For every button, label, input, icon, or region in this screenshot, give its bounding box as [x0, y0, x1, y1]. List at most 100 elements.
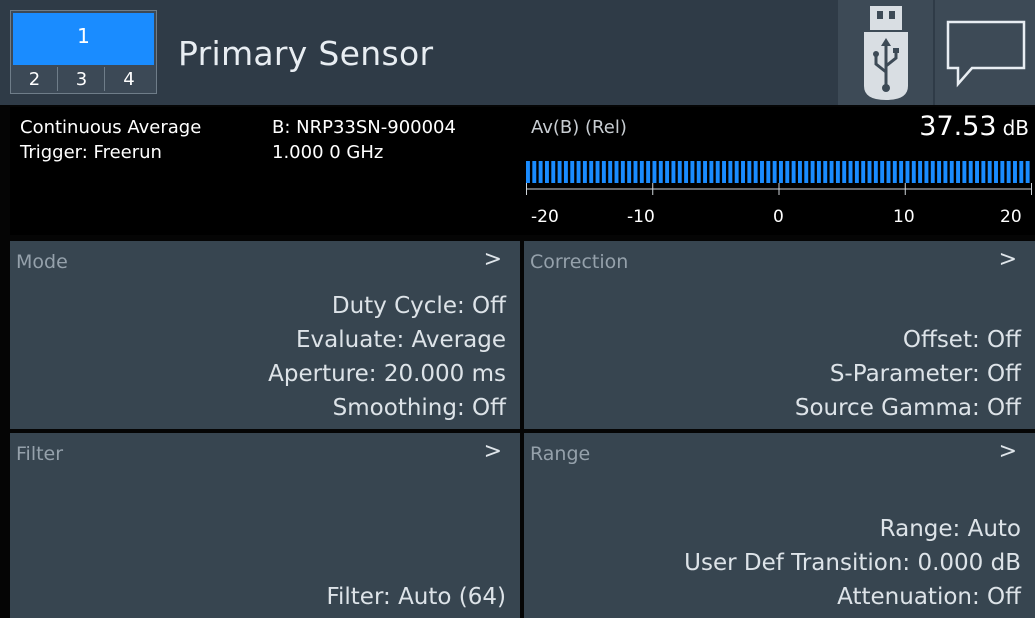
channel-1-button[interactable]: 1 — [13, 13, 154, 65]
level-bar-segment — [551, 161, 556, 183]
range-tile[interactable]: Range > Range: Auto User Def Transition:… — [524, 433, 1035, 618]
user-def-transition-value: User Def Transition: 0.000 dB — [684, 550, 1021, 576]
level-bar-segment — [766, 161, 771, 183]
correction-tile-title: Correction — [530, 251, 629, 273]
level-bar-segment — [835, 161, 840, 183]
filter-tile-values: Filter: Auto (64) — [326, 580, 506, 614]
level-bar-segment — [842, 161, 847, 183]
channel-3-button[interactable]: 3 — [59, 67, 105, 91]
level-bar-segment — [671, 161, 676, 183]
filter-value: Filter: Auto (64) — [326, 584, 506, 610]
chevron-right-icon: > — [483, 439, 502, 464]
channel-2-button[interactable]: 2 — [12, 67, 58, 91]
function-label: Av(B) (Rel) — [531, 117, 627, 138]
level-bar-segment — [994, 161, 998, 183]
level-bar-segment — [962, 161, 967, 183]
level-bar-segment — [804, 161, 809, 183]
level-bar-segment — [608, 161, 613, 183]
frequency-value: 1.000 0 GHz — [272, 142, 384, 163]
level-bar-segment — [791, 161, 796, 183]
mode-tile-values: Duty Cycle: Off Evaluate: Average Apertu… — [268, 289, 506, 425]
level-bar-segment — [867, 161, 872, 183]
level-bar-segment — [886, 161, 891, 183]
level-bar-segment — [633, 161, 638, 183]
level-bar-segment — [772, 161, 777, 183]
level-bar-segment — [665, 161, 670, 183]
level-bar-segment — [728, 161, 733, 183]
scale-tick-label: -20 — [531, 207, 559, 227]
level-bar-segment — [816, 161, 821, 183]
usb-icon — [864, 6, 908, 100]
scale-tick-label: 0 — [773, 207, 784, 227]
attenuation-value: Attenuation: Off — [837, 584, 1021, 610]
channel-selector[interactable]: 1 2 3 4 — [10, 10, 157, 94]
aperture-value: Aperture: 20.000 ms — [268, 361, 506, 387]
smoothing-value: Smoothing: Off — [332, 395, 506, 421]
source-gamma-value: Source Gamma: Off — [794, 395, 1021, 421]
level-bar-segment — [684, 161, 689, 183]
level-bar-segment — [1000, 161, 1005, 183]
chevron-right-icon: > — [483, 247, 502, 272]
range-tile-values: Range: Auto User Def Transition: 0.000 d… — [684, 512, 1021, 614]
level-bar-segment — [582, 161, 587, 183]
level-bar-segment — [949, 161, 954, 183]
level-bar-segment — [532, 161, 537, 183]
measurement-mode: Continuous Average — [20, 117, 202, 138]
level-bar-segment — [741, 161, 745, 183]
filter-tile-title: Filter — [16, 443, 64, 465]
duty-cycle-value: Duty Cycle: Off — [331, 293, 506, 319]
level-bar-segment — [526, 161, 530, 183]
level-bar-segment — [1013, 161, 1017, 183]
level-bar-segment — [956, 161, 961, 183]
level-bar-segment — [734, 161, 739, 183]
message-button[interactable] — [935, 0, 1035, 105]
scale-tick-label: -10 — [627, 207, 655, 227]
trigger-status: Trigger: Freerun — [20, 142, 162, 163]
level-bar-segment — [690, 161, 695, 183]
usb-button[interactable] — [838, 0, 933, 105]
chevron-right-icon: > — [998, 439, 1017, 464]
level-bar-segment — [715, 161, 720, 183]
level-bar-segment — [570, 161, 575, 183]
level-bar-segment — [937, 161, 942, 183]
level-bar-segment — [823, 161, 828, 183]
level-bar-segment — [810, 161, 815, 183]
level-bar-segment — [880, 161, 885, 183]
offset-value: Offset: Off — [902, 327, 1021, 353]
level-bar-segment — [627, 161, 632, 183]
level-bar-segment — [1019, 161, 1024, 183]
mode-tile[interactable]: Mode > Duty Cycle: Off Evaluate: Average… — [10, 241, 520, 429]
level-bar-segment — [576, 161, 581, 183]
level-bar-segment — [709, 161, 714, 183]
correction-tile-values: Offset: Off S-Parameter: Off Source Gamm… — [795, 323, 1021, 425]
level-bar-segment — [975, 161, 979, 183]
level-bar-segment — [861, 161, 866, 183]
range-value: Range: Auto — [879, 516, 1021, 542]
level-bar-segment — [601, 161, 606, 183]
level-bar-segment — [753, 161, 758, 183]
level-bar-segment — [1006, 161, 1011, 183]
level-bar-segment — [892, 161, 897, 183]
level-bar-segment — [620, 161, 625, 183]
level-bar-segment — [614, 161, 619, 183]
correction-tile[interactable]: Correction > Offset: Off S-Parameter: Of… — [524, 241, 1035, 429]
level-bar-segment — [873, 161, 878, 183]
filter-tile[interactable]: Filter > Filter: Auto (64) — [10, 433, 520, 618]
chat-bubble-icon — [946, 20, 1026, 88]
level-bar-segment — [696, 161, 701, 183]
page-title: Primary Sensor — [178, 34, 434, 73]
level-bar-segment — [658, 161, 663, 183]
level-bar-segment — [943, 161, 948, 183]
s-parameter-value: S-Parameter: Off — [829, 361, 1021, 387]
level-bar-segment — [924, 161, 929, 183]
scale-tick-label: 10 — [893, 207, 915, 227]
channel-4-button[interactable]: 4 — [106, 67, 152, 91]
level-bar-segment — [987, 161, 992, 183]
level-bar-segment — [646, 161, 651, 183]
level-bar-segment — [1025, 161, 1030, 183]
level-bar-segment — [563, 161, 568, 183]
level-bar-segment — [918, 161, 923, 183]
range-tile-title: Range — [530, 443, 591, 465]
level-bar-segment — [785, 161, 790, 183]
level-bar-segment — [905, 161, 910, 183]
